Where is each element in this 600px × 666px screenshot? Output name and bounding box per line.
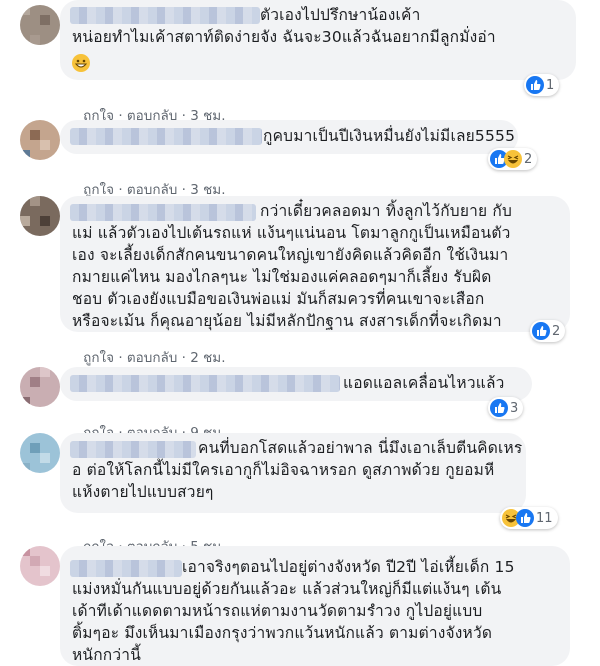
comment-text-line: เอง จะเลี้ยงเด็กสักคนขนาดคนใหญ่เขายังคิด… (72, 246, 509, 264)
comment-text-line: คนที่บอกโสดแล้วอย่าพาล นี่มึงเอาเล็บตีนค… (198, 439, 523, 457)
like-reaction-icon (516, 509, 534, 527)
like-reaction-icon (532, 322, 550, 340)
reaction-count[interactable]: 2 (488, 148, 538, 170)
avatar[interactable] (20, 120, 60, 160)
author-name[interactable] (70, 375, 340, 392)
like-reaction-icon (490, 399, 508, 417)
comment-bubble: คนที่บอกโสดแล้วอย่าพาล นี่มึงเอาเล็บตีนค… (60, 433, 526, 513)
comment-bubble: กูคบมาเป็นปีเงินหมื่นยังไม่มีเลย5555 (60, 120, 518, 154)
reaction-count-text: 2 (524, 151, 533, 167)
reaction-count[interactable]: 3 (488, 397, 524, 419)
comment-bubble: กว่าเดี๋ยวคลอดมา ทิ้งลูกไว้กับยาย กับ แม… (60, 196, 570, 332)
comment-bubble: ตัวเองไปปรึกษาน้องเค้า หน่อยทำไมเค้าสตาท… (60, 0, 576, 80)
comment-text-line: เด้าทีเด้าแดดตามหน้ารถแห่ตามงานวัดตามรำว… (72, 602, 483, 620)
comment-text-line: ตัวเองไปปรึกษาน้องเค้า (260, 6, 421, 24)
comment-text-line: แม่ แล้วตัวเองไปเต้นรถแห่ แง้นๆแน่นอน โต… (72, 224, 511, 242)
comment-text-line: กว่าเดี๋ยวคลอดมา ทิ้งลูกไว้กับยาย กับ (260, 202, 513, 220)
like-reaction-icon (526, 76, 544, 94)
comment-bubble: แอดแอลเคลื่อนไหวแล้ว (60, 367, 532, 401)
comment-text-line: ชอบ ตัวเองยังแบมือขอเงินพ่อแม่ มันก็สมคว… (72, 290, 485, 308)
timestamp[interactable]: 2 ชม. (190, 350, 225, 366)
comment-text-line: กมายแค่ไหน มองไกลๆนะ ไม่ใช่มองแค่คลอดๆมา… (72, 268, 492, 286)
avatar[interactable] (20, 196, 60, 236)
grinning-emoji-icon (72, 54, 90, 72)
reaction-count-text: 3 (510, 400, 519, 416)
comment-text-line: อ ต่อให้โลกนี้ไม่มีใครเอากูก็ไม่อิจฉาหรอ… (72, 461, 495, 479)
like-link[interactable]: ถูกใจ (83, 350, 114, 366)
comment-text-line: หน่อยทำไมเค้าสตาท์ติดง่ายจัง ฉันจะ30แล้ว… (72, 28, 496, 46)
comment-text-line: แห้งตายไปแบบสวยๆ (72, 483, 214, 501)
comment-bubble: เอาจริงๆตอนไปอยู่ต่างจังหวัด ปี2ปี ไอ่เห… (60, 546, 570, 666)
reaction-count[interactable]: 1 (524, 74, 560, 96)
author-name[interactable] (70, 128, 262, 145)
avatar[interactable] (20, 367, 60, 407)
reaction-count-text: 11 (536, 510, 553, 526)
reply-link[interactable]: ตอบกลับ (127, 350, 177, 366)
reaction-count[interactable]: 11 (500, 507, 558, 529)
reaction-count-text: 1 (546, 77, 555, 93)
comment-text-line: ติ้มๆอะ มึงเห็นมาเมืองกรุงว่าพวกแว้นหนัก… (72, 624, 493, 642)
avatar[interactable] (20, 546, 60, 586)
author-name[interactable] (70, 441, 196, 458)
avatar[interactable] (20, 433, 60, 473)
avatar[interactable] (20, 5, 60, 45)
comment-text-line: หรือจะเม้น ก็คุณอายุน้อย ไม่มีหลักปักฐาน… (72, 312, 502, 330)
comment-text-line: เอาจริงๆตอนไปอยู่ต่างจังหวัด ปี2ปี ไอ่เห… (182, 558, 515, 576)
reaction-count-text: 2 (552, 323, 561, 339)
comment-text-line: หนักกว่านี้ (72, 646, 141, 664)
author-name[interactable] (70, 204, 256, 221)
comment-text-line: แอดแอลเคลื่อนไหวแล้ว (343, 374, 505, 392)
comment-text-line: กูคบมาเป็นปีเงินหมื่นยังไม่มีเลย5555 (263, 127, 516, 145)
reaction-count[interactable]: 2 (530, 320, 566, 342)
author-name[interactable] (70, 560, 182, 577)
author-name[interactable] (70, 7, 260, 24)
comment-text-line: แม่งหมั่นกันแบบอยู่ด้วยกันแล้วอะ แล้วส่ว… (72, 580, 502, 598)
haha-reaction-icon (504, 150, 522, 168)
